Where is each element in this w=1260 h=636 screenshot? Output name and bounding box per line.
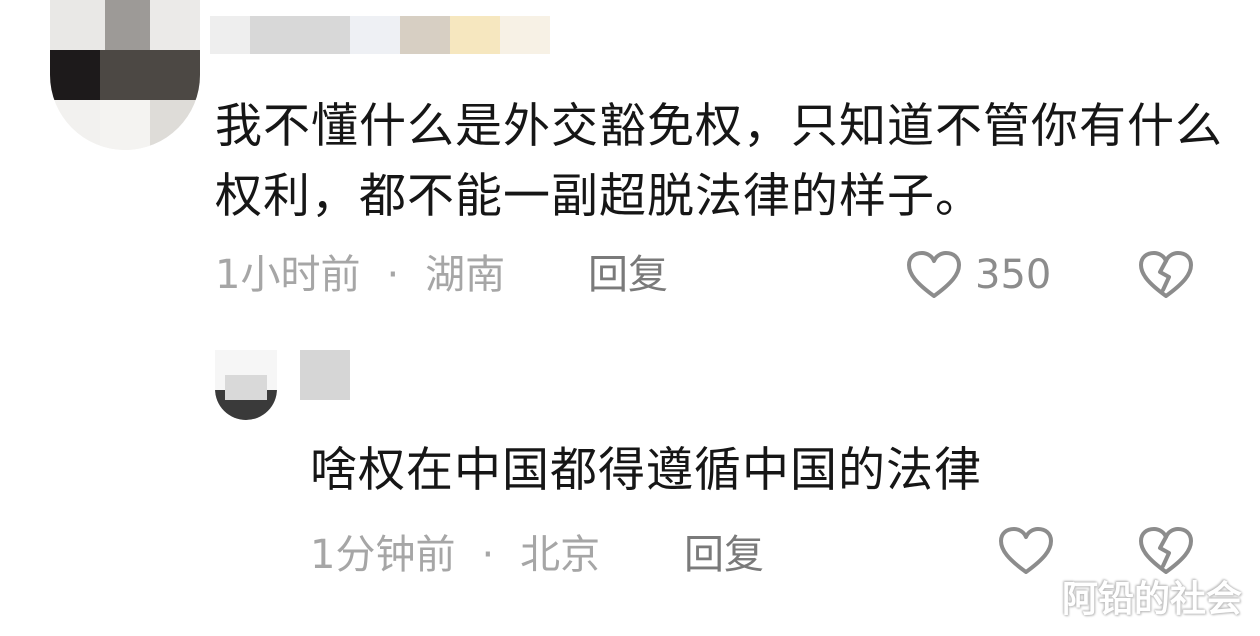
meta-separator: · <box>386 252 400 298</box>
avatar[interactable] <box>50 0 200 150</box>
watermark: 阿铅的社会 <box>1061 579 1242 620</box>
broken-heart-icon[interactable] <box>1138 250 1194 300</box>
comment-location: 北京 <box>520 532 601 578</box>
broken-heart-icon[interactable] <box>1138 526 1194 576</box>
comment-time: 1小时前 <box>215 252 361 298</box>
comment-text: 我不懂什么是外交豁免权，只知道不管你有什么权利，都不能一副超脱法律的样子。 <box>215 99 1223 224</box>
comment-time: 1分钟前 <box>310 532 456 578</box>
reply-button[interactable]: 回复 <box>588 250 668 300</box>
heart-outline-icon[interactable] <box>906 250 962 300</box>
username-mosaic[interactable] <box>300 350 350 400</box>
avatar[interactable] <box>215 350 277 420</box>
comment-meta: 1小时前 · 湖南 <box>215 250 505 300</box>
meta-separator: · <box>481 532 495 578</box>
comment-text: 啥权在中国都得遵循中国的法律 <box>310 443 982 498</box>
like-count: 350 <box>975 252 1052 298</box>
heart-outline-icon[interactable] <box>998 526 1054 576</box>
reply-button[interactable]: 回复 <box>684 530 764 580</box>
username-mosaic[interactable] <box>210 8 580 54</box>
comment-meta: 1分钟前 · 北京 <box>310 530 600 580</box>
comment-location: 湖南 <box>425 252 506 298</box>
